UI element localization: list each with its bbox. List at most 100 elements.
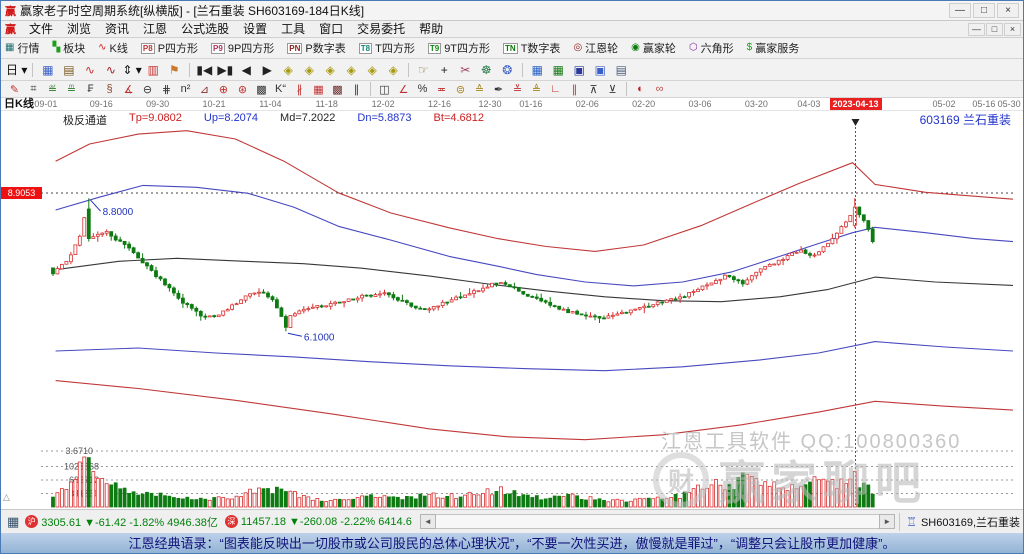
- toolbar-winner-service-button[interactable]: $赢家服务: [747, 40, 800, 56]
- menu-settings[interactable]: 设置: [236, 22, 274, 36]
- gann-grid-icon[interactable]: ⌗: [25, 82, 42, 96]
- fibonacci-icon[interactable]: ₣: [82, 82, 99, 96]
- close-button[interactable]: ×: [997, 3, 1019, 18]
- circle-cross-icon[interactable]: ⊕: [215, 82, 232, 96]
- wheel-tool-icon[interactable]: ☸: [477, 61, 496, 79]
- toolbar-t-number-table-button[interactable]: TNT数字表: [503, 40, 560, 56]
- spiral-icon[interactable]: §: [101, 82, 118, 96]
- nav-prev-icon[interactable]: ◀: [237, 61, 256, 79]
- flag-icon[interactable]: ⚑: [165, 61, 184, 79]
- diamond-tool-1[interactable]: ◈: [279, 61, 298, 79]
- diamond-tool-6[interactable]: ◈: [384, 61, 403, 79]
- channel-icon[interactable]: ◫: [376, 82, 393, 96]
- nav-first-icon[interactable]: ▮◀: [195, 61, 214, 79]
- nav-next-icon[interactable]: ▶: [258, 61, 277, 79]
- diamond-tool-4[interactable]: ◈: [342, 61, 361, 79]
- toolbar-sectors-button[interactable]: ▚板块: [52, 40, 85, 56]
- menu-tools[interactable]: 工具: [274, 22, 312, 36]
- arc-icon[interactable]: ⊖: [139, 82, 156, 96]
- menu-file[interactable]: 文件: [22, 22, 60, 36]
- calculator-icon[interactable]: ▦: [549, 61, 568, 79]
- wave-small-icon[interactable]: ∿: [80, 61, 99, 79]
- level-icon[interactable]: ≚: [509, 82, 526, 96]
- scissors-tool-icon[interactable]: ✂: [456, 61, 475, 79]
- period-day-dropdown[interactable]: 日 ▾: [6, 61, 27, 79]
- scroll-left-icon[interactable]: ◄: [420, 514, 436, 529]
- red-grid-icon[interactable]: ▦: [310, 82, 327, 96]
- print-icon[interactable]: ▤: [612, 61, 631, 79]
- child-minimize-button[interactable]: —: [968, 23, 985, 36]
- gold-box-icon[interactable]: ≜: [528, 82, 545, 96]
- toolbar-nine-t-square-button[interactable]: T99T四方形: [428, 40, 490, 56]
- chart-panel[interactable]: 3.671010255686837123418568.80006.1000 极反…: [1, 111, 1023, 509]
- menu-help[interactable]: 帮助: [412, 22, 450, 36]
- chart-type-icon[interactable]: ▦: [38, 61, 57, 79]
- toolbar-t-square-button[interactable]: T8T四方形: [359, 40, 415, 56]
- yinyang-icon[interactable]: ◐: [632, 82, 649, 96]
- gold-line-icon[interactable]: ≙: [471, 82, 488, 96]
- wave-large-icon[interactable]: ∿: [101, 61, 120, 79]
- child-restore-button[interactable]: □: [986, 23, 1003, 36]
- menu-browse[interactable]: 浏览: [60, 22, 98, 36]
- toolbar-winner-wheel-button[interactable]: ◉赢家轮: [631, 40, 676, 56]
- toolbar-nine-p-square-button[interactable]: P99P四方形: [211, 40, 274, 56]
- right-angle-icon[interactable]: ∟: [547, 82, 564, 96]
- menu-formula-stock-pick[interactable]: 公式选股: [174, 22, 236, 36]
- percent-line-icon[interactable]: ≖: [433, 82, 450, 96]
- globe-tool-icon[interactable]: ❂: [498, 61, 517, 79]
- ruler-icon[interactable]: ⋕: [158, 82, 175, 96]
- minimize-button[interactable]: —: [949, 3, 971, 18]
- square-number-icon[interactable]: n²: [177, 82, 194, 96]
- diamond-tool-3[interactable]: ◈: [321, 61, 340, 79]
- menu-trade-order[interactable]: 交易委托: [350, 22, 412, 36]
- scrollbar-track[interactable]: [436, 514, 879, 529]
- infinity-icon[interactable]: ∞: [651, 82, 668, 96]
- window-grid-icon[interactable]: ▩: [329, 82, 346, 96]
- menu-window[interactable]: 窗口: [312, 22, 350, 36]
- bar-pair-icon[interactable]: ∥: [348, 82, 365, 96]
- steps-up-icon[interactable]: ⊼: [585, 82, 602, 96]
- kline-box-icon[interactable]: ▥: [144, 61, 163, 79]
- toolbar-p-number-table-button[interactable]: PNP数字表: [287, 40, 345, 56]
- percent-icon[interactable]: %: [414, 82, 431, 96]
- diamond-tool-5[interactable]: ◈: [363, 61, 382, 79]
- hand-tool-icon[interactable]: ☞: [414, 61, 433, 79]
- gann-fan-down-icon[interactable]: ≞: [63, 82, 80, 96]
- shenzhen-index-icon[interactable]: 深: [225, 515, 238, 528]
- menu-news[interactable]: 资讯: [98, 22, 136, 36]
- star-burst-icon[interactable]: ⊛: [234, 82, 251, 96]
- gold-circle-icon[interactable]: ⊜: [452, 82, 469, 96]
- toolbar-p-square-button[interactable]: P8P四方形: [141, 40, 198, 56]
- calendar-icon[interactable]: ▦: [528, 61, 547, 79]
- toolbar-quotes-button[interactable]: ▦行情: [5, 40, 39, 56]
- nav-last-icon[interactable]: ▶▮: [216, 61, 235, 79]
- steps-down-icon[interactable]: ⊻: [604, 82, 621, 96]
- toolbar-kline-button[interactable]: ∿K线: [98, 40, 128, 56]
- fan-lines-icon[interactable]: ∥: [566, 82, 583, 96]
- crosshair-tool-icon[interactable]: +: [435, 61, 454, 79]
- k-quote-icon[interactable]: K“: [272, 82, 289, 96]
- shanghai-index-icon[interactable]: 沪: [25, 515, 38, 528]
- child-close-button[interactable]: ×: [1004, 23, 1021, 36]
- ink-tool-icon[interactable]: ✒: [490, 82, 507, 96]
- menu-gann[interactable]: 江恩: [136, 22, 174, 36]
- triangle-icon[interactable]: ⊿: [196, 82, 213, 96]
- toolbar-hexagon-button[interactable]: ⬡六角形: [689, 40, 734, 56]
- scroll-right-icon[interactable]: ►: [879, 514, 895, 529]
- horizontal-scrollbar[interactable]: ◄ ► liaoba.vip: [420, 514, 895, 529]
- toolbar-gann-wheel-button[interactable]: ◎江恩轮: [573, 40, 618, 56]
- draw-pencil-icon[interactable]: ✎: [6, 82, 23, 96]
- save-as-icon[interactable]: ▣: [591, 61, 610, 79]
- scale-dropdown-icon[interactable]: ⇕ ▾: [122, 61, 141, 79]
- keyboard-wizard-icon[interactable]: ▦: [7, 514, 19, 530]
- save-icon[interactable]: ▣: [570, 61, 589, 79]
- hatch-icon[interactable]: ∦: [291, 82, 308, 96]
- gann-fan-up-icon[interactable]: ≝: [44, 82, 61, 96]
- restore-button[interactable]: □: [973, 3, 995, 18]
- notes-icon[interactable]: ▤: [59, 61, 78, 79]
- net-box-icon[interactable]: ▩: [253, 82, 270, 96]
- slope-icon[interactable]: ∠: [395, 82, 412, 96]
- angle-icon[interactable]: ∡: [120, 82, 137, 96]
- diamond-tool-2[interactable]: ◈: [300, 61, 319, 79]
- axis-date: 12-30: [479, 99, 502, 109]
